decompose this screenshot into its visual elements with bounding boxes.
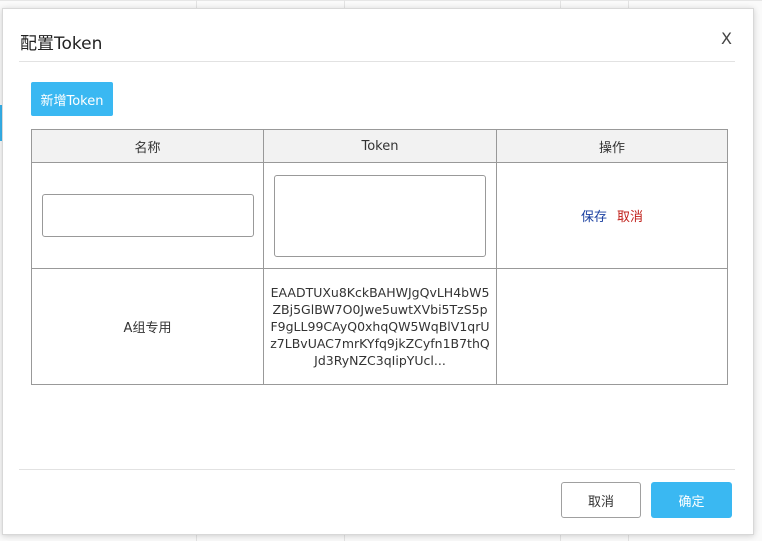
edit-token-cell — [263, 162, 497, 269]
name-input[interactable] — [41, 194, 254, 237]
confirm-button[interactable]: 确定 — [651, 482, 732, 518]
column-header-token: Token — [263, 129, 497, 163]
table-edit-row: 保存 取消 — [31, 162, 728, 269]
cancel-button[interactable]: 取消 — [561, 482, 641, 518]
column-header-name: 名称 — [31, 129, 264, 163]
row-name-cell: A组专用 — [31, 268, 264, 385]
dialog-title: 配置Token — [20, 34, 103, 54]
token-table: 名称 Token 操作 保存 取消 A组专用 EAADTUXu8KckBAHWJ… — [31, 129, 728, 385]
footer-divider — [19, 469, 735, 470]
row-token-cell: EAADTUXu8KckBAHWJgQvLH4bW5ZBj5GlBW7O0Jwe… — [263, 268, 497, 385]
table-row: A组专用 EAADTUXu8KckBAHWJgQvLH4bW5ZBj5GlBW7… — [31, 268, 728, 385]
edit-name-cell — [31, 162, 264, 269]
config-token-dialog: 配置Token X 新增Token 名称 Token 操作 保存 取消 A组专用… — [2, 8, 754, 535]
cancel-link[interactable]: 取消 — [617, 210, 643, 225]
row-actions-cell — [496, 268, 728, 385]
save-link[interactable]: 保存 — [581, 210, 607, 225]
add-token-button[interactable]: 新增Token — [31, 82, 113, 116]
edit-actions-cell: 保存 取消 — [496, 162, 728, 269]
header-divider — [19, 61, 735, 62]
table-header-row: 名称 Token 操作 — [31, 129, 728, 163]
close-icon[interactable]: X — [721, 29, 732, 48]
token-input[interactable] — [274, 174, 486, 257]
row-token-text: EAADTUXu8KckBAHWJgQvLH4bW5ZBj5GlBW7O0Jwe… — [270, 285, 490, 368]
column-header-actions: 操作 — [496, 129, 728, 163]
